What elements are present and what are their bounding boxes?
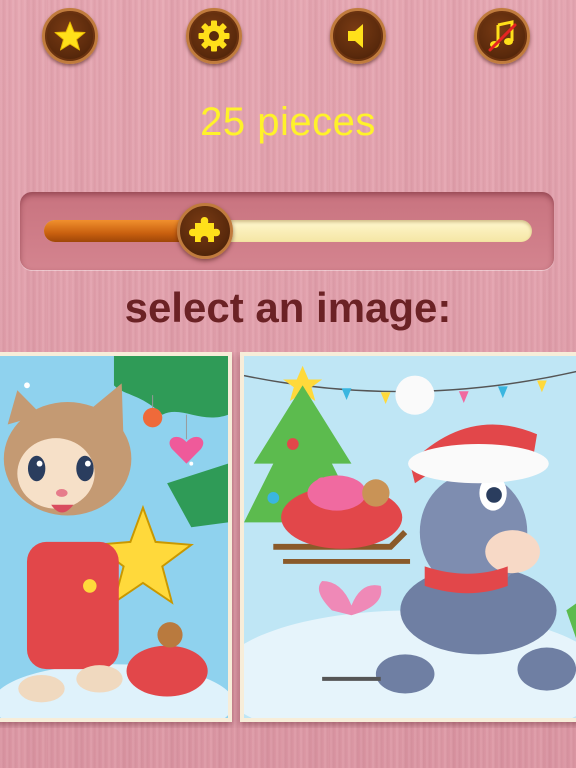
slider-track[interactable] <box>44 203 532 259</box>
gear-icon <box>198 20 230 52</box>
sound-button[interactable] <box>330 8 386 64</box>
star-icon <box>54 21 86 51</box>
kitten-christmas-illustration <box>0 356 228 718</box>
speaker-icon <box>348 24 363 48</box>
settings-button[interactable] <box>186 8 242 64</box>
select-image-heading: select an image: <box>124 284 452 331</box>
puzzle-piece-icon <box>189 217 220 242</box>
image-thumbnail-donkey[interactable] <box>240 352 576 722</box>
pieces-slider-panel <box>20 192 554 270</box>
music-muted-icon <box>488 20 517 52</box>
favorites-button[interactable] <box>42 8 98 64</box>
donkey-sleigh-illustration <box>244 356 576 718</box>
pieces-count-label: 25 pieces <box>200 100 376 144</box>
image-thumbnail-kitten[interactable] <box>0 352 232 722</box>
slider-knob[interactable] <box>177 203 233 259</box>
music-button[interactable] <box>474 8 530 64</box>
image-gallery <box>0 352 576 728</box>
